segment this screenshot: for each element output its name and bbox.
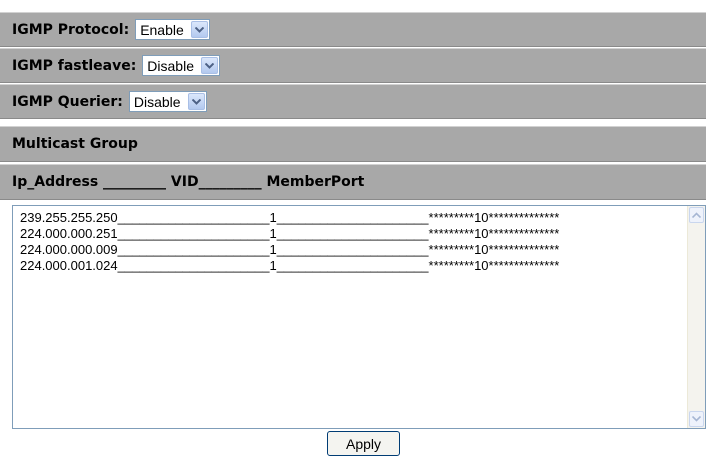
separator-line: _____________________ — [117, 258, 270, 273]
ip-address: 224.000.001.024 — [20, 258, 118, 273]
member-port: *********10************** — [428, 210, 560, 225]
ip-address: 224.000.000.251 — [20, 226, 118, 241]
chevron-down-icon[interactable] — [190, 21, 208, 38]
separator-line: _____________________ — [276, 226, 429, 241]
member-port: *********10************** — [428, 226, 560, 241]
vid: 1 — [269, 210, 277, 225]
ip-address: 224.000.000.009 — [20, 242, 118, 257]
igmp-fastleave-value: Disable — [147, 57, 194, 74]
multicast-group-row: Multicast Group — [0, 126, 706, 162]
igmp-querier-value: Disable — [133, 93, 181, 110]
ip-address: 239.255.255.250 — [20, 210, 118, 225]
list-item[interactable]: 224.000.000.009_____________________1___… — [20, 242, 559, 258]
igmp-fastleave-label: IGMP fastleave: — [12, 57, 137, 74]
separator-line: _____________________ — [276, 210, 429, 225]
igmp-querier-select[interactable]: Disable — [128, 91, 207, 112]
multicast-group-list[interactable]: 239.255.255.250_____________________1___… — [12, 205, 706, 429]
chevron-down-icon[interactable] — [187, 93, 205, 110]
multicast-rows: 239.255.255.250_____________________1___… — [20, 210, 559, 274]
igmp-protocol-row: IGMP Protocol: Enable — [0, 12, 706, 47]
separator-line: _____________________ — [117, 242, 270, 257]
list-item[interactable]: 239.255.255.250_____________________1___… — [20, 210, 559, 226]
arrow-down-icon[interactable] — [689, 411, 704, 427]
multicast-group-title: Multicast Group — [12, 136, 138, 152]
vid: 1 — [269, 258, 277, 273]
separator-line: _____________________ — [276, 258, 429, 273]
igmp-protocol-value: Enable — [140, 21, 184, 38]
igmp-querier-row: IGMP Querier: Disable — [0, 84, 706, 119]
igmp-fastleave-row: IGMP fastleave: Disable — [0, 48, 706, 83]
chevron-down-icon[interactable] — [201, 57, 218, 74]
separator-line: _____________________ — [117, 210, 270, 225]
apply-button[interactable]: Apply — [327, 431, 400, 456]
igmp-querier-label: IGMP Querier: — [12, 93, 123, 110]
member-port: *********10************** — [428, 242, 560, 257]
vertical-scrollbar[interactable] — [687, 206, 705, 428]
igmp-fastleave-select[interactable]: Disable — [142, 55, 220, 76]
vid: 1 — [269, 226, 277, 241]
list-item[interactable]: 224.000.001.024_____________________1___… — [20, 258, 559, 274]
igmp-protocol-select[interactable]: Enable — [135, 19, 210, 40]
column-header-row: Ip_Address _________ VID_________ Member… — [0, 164, 706, 200]
separator-line: _____________________ — [276, 242, 429, 257]
igmp-protocol-label: IGMP Protocol: — [12, 21, 130, 38]
member-port: *********10************** — [428, 258, 560, 273]
multicast-column-header: Ip_Address _________ VID_________ Member… — [12, 174, 365, 190]
vid: 1 — [269, 242, 277, 257]
arrow-up-icon[interactable] — [689, 207, 704, 223]
list-item[interactable]: 224.000.000.251_____________________1___… — [20, 226, 559, 242]
separator-line: _____________________ — [117, 226, 270, 241]
